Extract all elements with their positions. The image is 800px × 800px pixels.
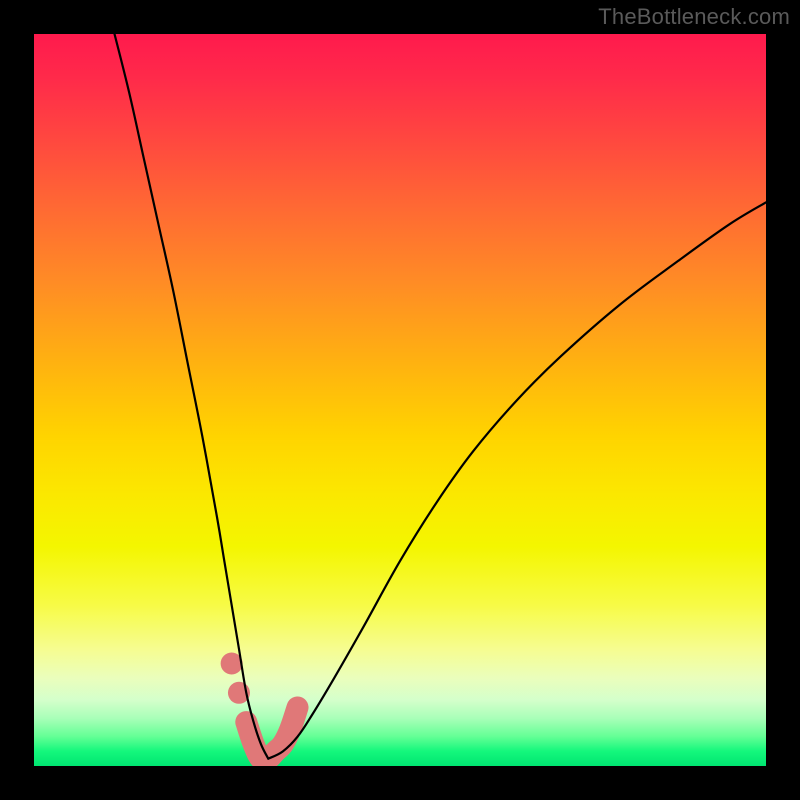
curve-layer [34, 34, 766, 766]
plot-area [34, 34, 766, 766]
curve-left-branch [115, 34, 269, 759]
chart-frame: TheBottleneck.com [0, 0, 800, 800]
curve-right-branch [268, 202, 766, 758]
trough-marker [246, 707, 297, 760]
watermark-text: TheBottleneck.com [598, 4, 790, 30]
